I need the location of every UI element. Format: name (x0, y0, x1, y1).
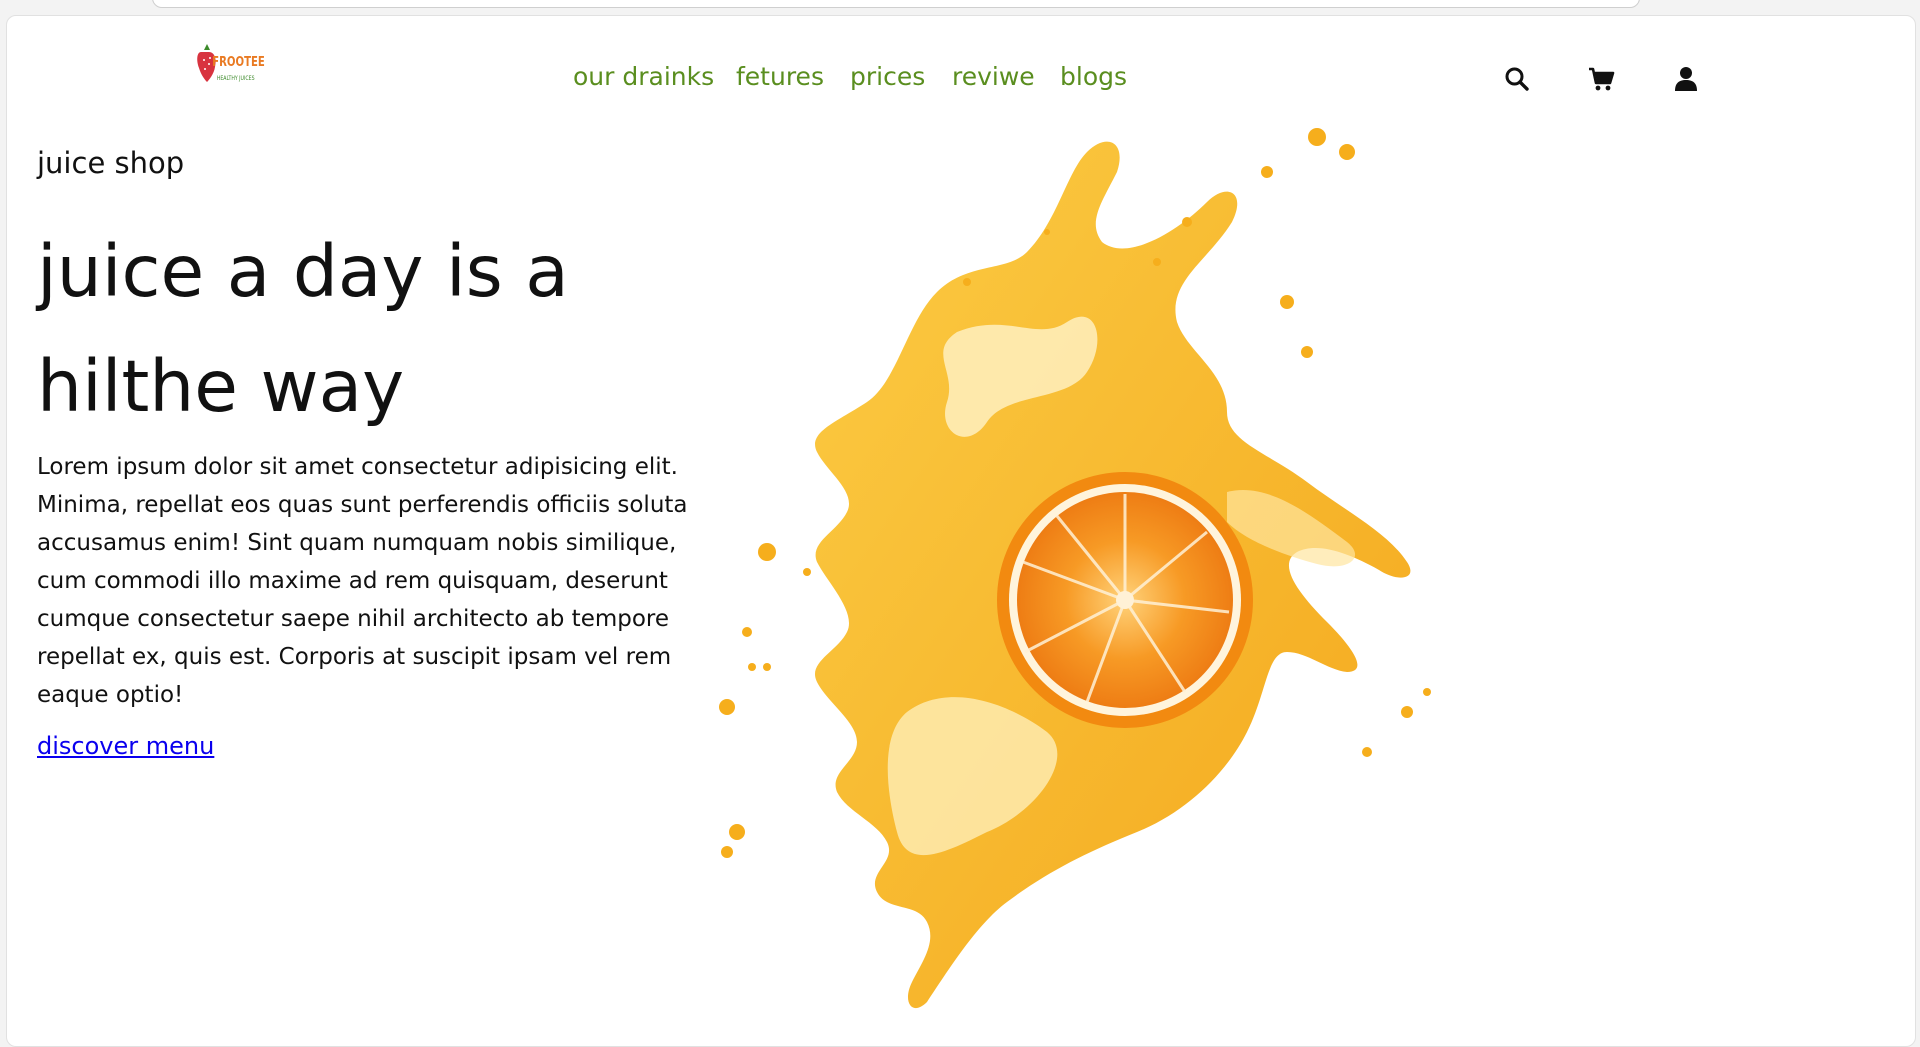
cart-icon (1589, 67, 1615, 91)
nav-item-reviews[interactable]: reviwe (952, 62, 1035, 92)
hero-tagline: juice shop (37, 146, 185, 180)
user-icon (1675, 67, 1697, 91)
hero-headline: juice a day is a hilthe way (37, 214, 697, 444)
page-frame: FROOTEE HEALTHY JUICES our drainks fetur… (6, 15, 1916, 1047)
discover-menu-link[interactable]: discover menu (37, 732, 214, 760)
hero-headline-line2: hilthe way (37, 345, 405, 428)
nav-item-prices[interactable]: prices (850, 62, 925, 92)
cart-button[interactable] (1587, 64, 1617, 94)
search-icon (1505, 67, 1529, 91)
nav-item-blogs[interactable]: blogs (1060, 62, 1127, 92)
browser-url-bar (152, 0, 1640, 8)
nav-item-features[interactable]: fetures (736, 62, 824, 92)
main-nav: our drainks fetures prices reviwe blogs (7, 62, 1915, 92)
nav-item-drinks[interactable]: our drainks (573, 62, 714, 92)
hero-description: Lorem ipsum dolor sit amet consectetur a… (37, 454, 688, 708)
hero-headline-line1: juice a day is a (37, 230, 569, 313)
search-button[interactable] (1502, 64, 1532, 94)
orange-splash-image (719, 128, 1431, 1009)
account-button[interactable] (1671, 64, 1701, 94)
